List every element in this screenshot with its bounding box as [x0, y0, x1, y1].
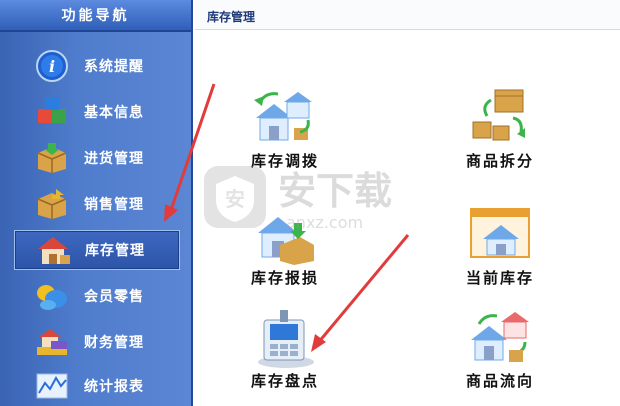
sidebar-item-label: 库存管理 [85, 243, 145, 259]
sidebar-item-basic-info[interactable]: 基本信息 [14, 92, 180, 132]
sidebar-item-label: 统计报表 [84, 379, 144, 395]
members-icon [32, 278, 72, 314]
sidebar-item-label: 财务管理 [84, 335, 144, 351]
tile-stock-loss[interactable]: 库存报损 [220, 205, 350, 295]
sidebar-item-reports[interactable]: 统计报表 [14, 366, 180, 406]
box-out-icon [32, 186, 72, 222]
tile-label: 库存盘点 [250, 372, 319, 390]
finance-icon [32, 324, 72, 360]
svg-text:i: i [49, 57, 55, 76]
sidebar-title: 功能导航 [0, 0, 191, 32]
main-panel: 库存管理 库存调拨 商品拆分 库存报损 当前库存 库存盘点 商品流向 [195, 0, 620, 406]
tile-product-split[interactable]: 商品拆分 [435, 88, 565, 178]
tile-label: 当前库存 [465, 269, 534, 287]
tile-label: 商品流向 [465, 372, 534, 390]
sidebar: 功能导航 i 系统提醒 基本信息 进货管理 销售管理 库存管理 会员零售 财务管… [0, 0, 193, 406]
cubes-icon [32, 94, 72, 130]
sidebar-item-member-retail[interactable]: 会员零售 [14, 276, 180, 316]
sidebar-item-sales[interactable]: 销售管理 [14, 184, 180, 224]
sidebar-item-label: 会员零售 [84, 289, 144, 305]
sidebar-item-inventory[interactable]: 库存管理 [14, 230, 180, 270]
warehouse-icon [33, 232, 73, 268]
tile-label: 库存调拨 [250, 152, 319, 170]
stock-transfer-icon [250, 88, 320, 150]
tile-product-flow[interactable]: 商品流向 [435, 308, 565, 398]
product-flow-icon [465, 308, 535, 370]
page-title: 库存管理 [207, 10, 256, 24]
product-split-icon [465, 88, 535, 150]
tile-stock-check[interactable]: 库存盘点 [220, 308, 350, 398]
chart-icon [32, 368, 72, 404]
sidebar-item-label: 系统提醒 [84, 59, 144, 75]
box-in-icon [32, 140, 72, 176]
tile-current-stock[interactable]: 当前库存 [435, 205, 565, 295]
sidebar-item-system-reminder[interactable]: i 系统提醒 [14, 46, 180, 86]
sidebar-item-label: 销售管理 [84, 197, 144, 213]
tile-label: 商品拆分 [465, 152, 534, 170]
tile-stock-transfer[interactable]: 库存调拨 [220, 88, 350, 178]
sidebar-item-label: 进货管理 [84, 151, 144, 167]
current-stock-icon [465, 205, 535, 267]
main-header [195, 0, 620, 30]
sidebar-item-purchase[interactable]: 进货管理 [14, 138, 180, 178]
stock-check-icon [250, 308, 320, 370]
info-icon: i [32, 48, 72, 84]
sidebar-item-label: 基本信息 [84, 105, 144, 121]
stock-loss-icon [250, 205, 320, 267]
tile-label: 库存报损 [250, 269, 319, 287]
sidebar-item-finance[interactable]: 财务管理 [14, 322, 180, 362]
